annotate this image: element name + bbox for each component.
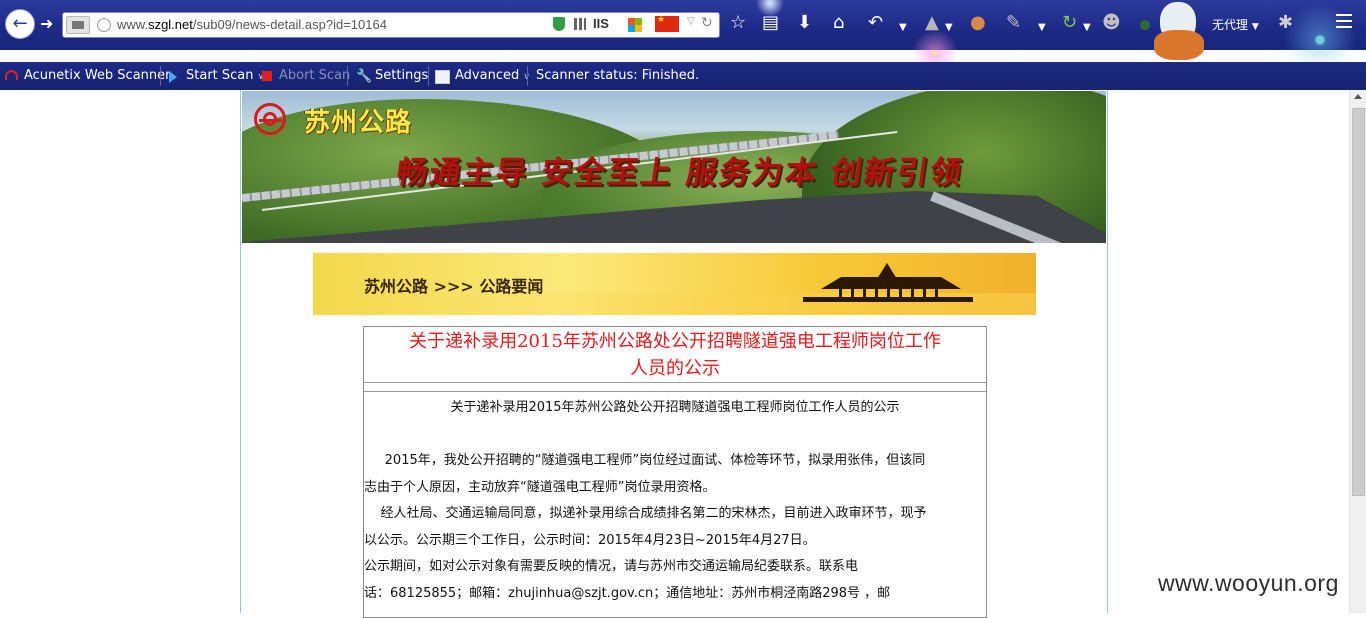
toolbar-separator xyxy=(527,66,528,86)
addon-tool-icon[interactable]: ✎ xyxy=(1006,12,1021,34)
addon-settings-icon[interactable]: ✱ xyxy=(1278,12,1293,34)
undo-icon[interactable]: ↶ xyxy=(868,12,883,34)
windows-logo-icon[interactable] xyxy=(628,18,642,32)
pavilion-image xyxy=(803,259,973,311)
paragraph-line: 2015年，我处公开招聘的“隧道强电工程师”岗位经过面试、体检等环节，拟录用张伟… xyxy=(364,453,926,468)
addon-ghost-icon[interactable]: ☻ xyxy=(1102,12,1121,34)
article-box: 关于递补录用2015年苏州公路处公开招聘隧道强电工程师岗位工作 人员的公示 关于… xyxy=(363,326,987,618)
article-title-line1: 关于递补录用2015年苏州公路处公开招聘隧道强电工程师岗位工作 xyxy=(409,331,941,352)
settings-button[interactable]: Settings xyxy=(375,68,428,83)
acunetix-app-label[interactable]: Acunetix Web Scanner xyxy=(24,68,171,83)
play-icon xyxy=(169,71,177,83)
chevron-down-icon[interactable]: ▼ xyxy=(1038,17,1046,39)
proxy-label[interactable]: 无代理 ▼ xyxy=(1212,16,1259,33)
scroll-up-icon[interactable] xyxy=(1354,94,1362,99)
paragraph-line: 公示期间，如对公示对象有需要反映的情况，请与苏州市交通运输局纪委联系。联系电 xyxy=(364,559,859,574)
site-banner: 苏州公路 畅通主导 安全至上 服务为本 创新引领 xyxy=(242,91,1106,243)
url-text[interactable]: www.szgl.net/sub09/news-detail.asp?id=10… xyxy=(117,17,387,32)
chevron-down-icon[interactable]: ▼ xyxy=(1083,17,1091,39)
vertical-scrollbar[interactable] xyxy=(1349,90,1366,613)
browser-navbar: ← ➜ www.szgl.net/sub09/news-detail.asp?i… xyxy=(0,0,1366,80)
china-flag-icon[interactable] xyxy=(655,15,679,32)
stop-icon xyxy=(262,71,272,81)
paragraph-line: 经人社局、交通运输局同意，拟递补录用综合成绩排名第二的宋林杰，目前进入政审环节，… xyxy=(364,506,927,521)
article-subtitle: 关于递补录用2015年苏州公路处公开招聘隧道强电工程师岗位工作人员的公示 xyxy=(450,400,900,415)
back-button[interactable]: ← xyxy=(6,10,34,38)
start-scan-button[interactable]: Start Scan ∨ xyxy=(186,68,264,83)
addon-swirl-icon[interactable]: ↻ xyxy=(1062,12,1077,34)
cookie-icon[interactable]: ● xyxy=(970,12,986,34)
site-logo-icon xyxy=(254,103,286,135)
globe-icon xyxy=(97,18,111,32)
abort-scan-button[interactable]: Abort Scan xyxy=(279,68,350,83)
paragraph-line: 话：68125855；邮箱：zhujinhua@szjt.gov.cn；通信地址… xyxy=(364,585,891,601)
toolbar-separator xyxy=(428,66,429,86)
shield-icon[interactable] xyxy=(553,17,565,31)
bookmark-star-icon[interactable]: ☆ xyxy=(730,12,746,34)
iis-icon[interactable]: IIS xyxy=(593,16,609,31)
download-icon[interactable]: ⬇ xyxy=(797,12,812,34)
watermark-text: www.wooyun.org xyxy=(1158,570,1339,596)
site-slogan: 畅通主导 安全至上 服务为本 创新引领 xyxy=(393,155,966,191)
advanced-icon xyxy=(435,70,450,84)
paragraph-line: 志由于个人原因，主动放弃“隧道强电工程师”岗位录用资格。 xyxy=(364,479,716,495)
breadcrumb: 苏州公路 >>> 公路要闻 xyxy=(364,277,544,296)
firework-decoration xyxy=(750,0,790,18)
url-dropdown-icon[interactable]: ▽ xyxy=(687,16,695,27)
site-identity-icon[interactable] xyxy=(66,16,90,34)
divider xyxy=(364,382,986,383)
url-bar[interactable]: www.szgl.net/sub09/news-detail.asp?id=10… xyxy=(62,12,720,38)
site-name: 苏州公路 xyxy=(304,108,413,138)
divider xyxy=(364,391,986,392)
page-content: 苏州公路 畅通主导 安全至上 服务为本 创新引领 苏州公路 >>> 公路要闻 关… xyxy=(240,90,1108,618)
article-title-line2: 人员的公示 xyxy=(630,358,720,379)
menu-icon[interactable] xyxy=(1336,14,1352,28)
article-body: 关于递补录用2015年苏州公路处公开招聘隧道强电工程师岗位工作人员的公示 201… xyxy=(364,394,986,607)
advanced-button[interactable]: Advanced ∨ xyxy=(455,68,530,83)
qr-code-icon[interactable] xyxy=(574,18,586,30)
acunetix-toolbar: Acunetix Web Scanner Start Scan ∨ Abort … xyxy=(0,62,1366,90)
section-header: 苏州公路 >>> 公路要闻 xyxy=(313,253,1036,315)
acunetix-logo-icon xyxy=(5,70,18,80)
paragraph-line: 以公示。公示期三个工作日，公示时间：2015年4月23日~2015年4月27日。 xyxy=(364,532,816,548)
home-icon[interactable]: ⌂ xyxy=(833,12,844,34)
theme-mascot-image xyxy=(1140,0,1210,62)
scanner-status-text: Scanner status: Finished. xyxy=(536,68,700,83)
toolbar-separator xyxy=(347,66,348,86)
wrench-icon: 🔧 xyxy=(356,69,373,84)
scrollbar-thumb[interactable] xyxy=(1352,108,1365,496)
article-title: 关于递补录用2015年苏州公路处公开招聘隧道强电工程师岗位工作 人员的公示 xyxy=(364,327,986,382)
forward-button[interactable]: ➜ xyxy=(40,13,53,35)
reload-icon[interactable]: ↻ xyxy=(701,15,713,31)
toolbar-separator xyxy=(160,66,161,86)
